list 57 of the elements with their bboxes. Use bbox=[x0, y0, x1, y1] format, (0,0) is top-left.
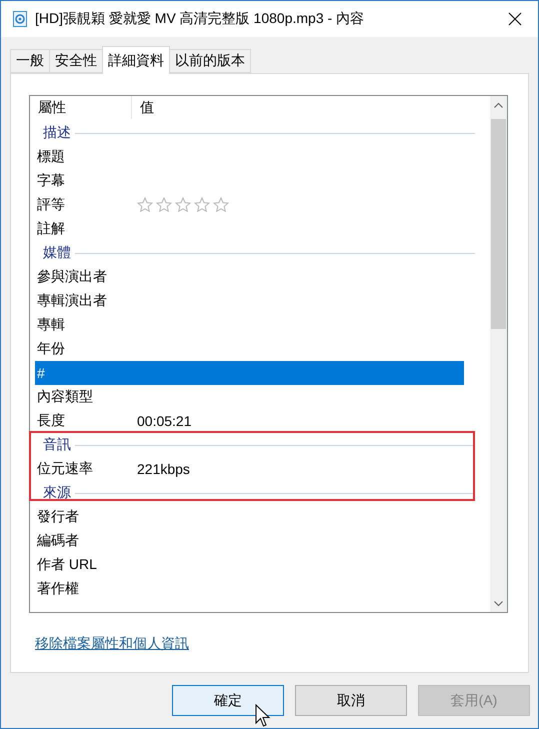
property-name: 編碼者 bbox=[36, 532, 80, 550]
property-name: 評等 bbox=[36, 196, 66, 214]
property-name: 參與演出者 bbox=[36, 268, 108, 286]
property-row[interactable]: 評等 bbox=[35, 193, 464, 217]
close-icon[interactable] bbox=[507, 11, 523, 27]
group-label: 音訊 bbox=[43, 436, 71, 454]
property-row[interactable]: 發行者 bbox=[35, 505, 464, 529]
property-row[interactable]: # bbox=[35, 361, 464, 385]
star-icon[interactable] bbox=[213, 197, 229, 213]
scrollbar[interactable] bbox=[490, 96, 507, 612]
dialog-button[interactable]: 確定 bbox=[172, 685, 284, 716]
property-row[interactable]: 作者 URL bbox=[35, 553, 464, 577]
property-row[interactable]: 專輯演出者 bbox=[35, 289, 464, 313]
property-row[interactable]: 長度 00:05:21 bbox=[35, 409, 464, 433]
remove-properties-link[interactable]: 移除檔案屬性和個人資訊 bbox=[35, 635, 189, 653]
star-icon[interactable] bbox=[175, 197, 191, 213]
property-name: 專輯 bbox=[36, 316, 66, 334]
tab[interactable]: 以前的版本 bbox=[169, 49, 251, 73]
audio-file-icon bbox=[13, 11, 27, 27]
property-row[interactable]: 著作權 bbox=[35, 577, 464, 601]
group-label: 來源 bbox=[43, 484, 71, 502]
property-name: 位元速率 bbox=[36, 460, 94, 478]
property-name: 發行者 bbox=[36, 508, 80, 526]
property-name: 內容類型 bbox=[36, 388, 94, 406]
dialog-button[interactable]: 取消 bbox=[295, 685, 407, 716]
tab[interactable]: 安全性 bbox=[49, 49, 103, 73]
property-row[interactable]: 位元速率 221kbps bbox=[35, 457, 464, 481]
group-label: 描述 bbox=[43, 124, 71, 142]
property-row[interactable]: 專輯 bbox=[35, 313, 464, 337]
mouse-pointer-icon bbox=[255, 704, 271, 728]
property-value: 00:05:21 bbox=[137, 413, 192, 429]
star-icon[interactable] bbox=[194, 197, 210, 213]
property-name: 註解 bbox=[36, 220, 66, 238]
property-row[interactable]: 註解 bbox=[35, 217, 464, 241]
property-name: 標題 bbox=[36, 148, 66, 166]
property-name: 年份 bbox=[36, 340, 66, 358]
property-name: 著作權 bbox=[36, 580, 80, 598]
property-value: 221kbps bbox=[137, 461, 190, 477]
tab[interactable]: 一般 bbox=[10, 49, 50, 73]
column-header[interactable]: 屬性 bbox=[30, 96, 132, 119]
property-name: 長度 bbox=[36, 412, 66, 430]
window-title: [HD]張靚穎 愛就愛 MV 高清完整版 1080p.mp3 - 內容 bbox=[35, 10, 366, 28]
property-row[interactable]: 參與演出者 bbox=[35, 265, 464, 289]
property-name: # bbox=[36, 365, 46, 381]
column-header[interactable]: 值 bbox=[132, 96, 490, 119]
star-icon[interactable] bbox=[137, 197, 153, 213]
property-name: 作者 URL bbox=[36, 556, 98, 574]
property-row[interactable]: 標題 bbox=[35, 145, 464, 169]
tab[interactable]: 詳細資料 bbox=[102, 46, 170, 74]
property-row[interactable]: 內容類型 bbox=[35, 385, 464, 409]
property-name: 字幕 bbox=[36, 172, 66, 190]
property-row[interactable]: 編碼者 bbox=[35, 529, 464, 553]
group-label: 媒體 bbox=[43, 244, 71, 262]
property-name: 專輯演出者 bbox=[36, 292, 108, 310]
property-row[interactable]: 年份 bbox=[35, 337, 464, 361]
star-icon[interactable] bbox=[156, 197, 172, 213]
property-row[interactable]: 字幕 bbox=[35, 169, 464, 193]
